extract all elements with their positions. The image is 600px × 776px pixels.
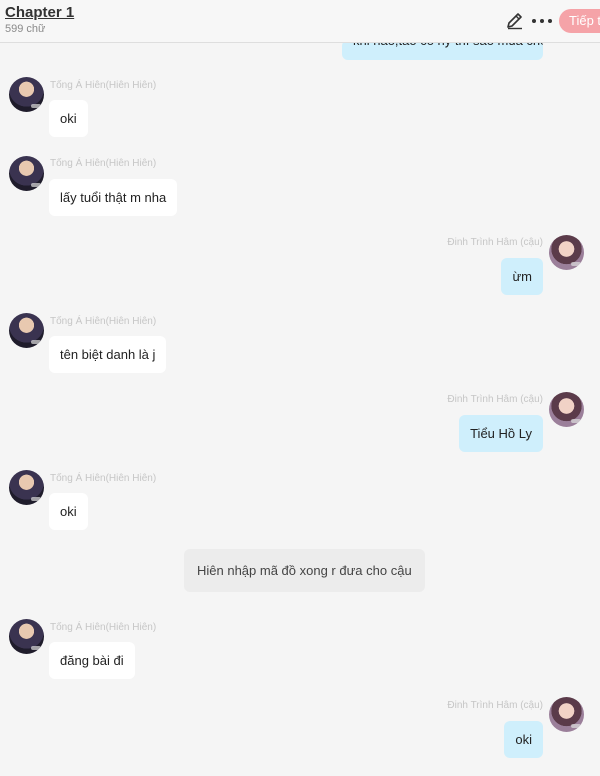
avatar-hien[interactable] [9,619,44,654]
avatar-ham[interactable] [549,235,584,270]
sender-name: Đinh Trình Hâm (cậu) [447,237,543,248]
pencil-icon[interactable] [505,11,525,31]
message-bubble: oki [504,721,543,758]
chapter-header: Chapter 1 599 chữ Tiếp t [0,0,600,43]
message-bubble: Tiểu Hồ Ly [459,415,543,452]
message-bubble: đăng bài đi [49,642,135,679]
sender-name: Tống Á Hiên(Hiên Hiên) [50,158,157,169]
avatar-hien[interactable] [9,156,44,191]
message-bubble: ừm [501,258,543,295]
message-bubble: tên biệt danh là j [49,336,167,373]
sender-name: Đinh Trình Hâm (cậu) [447,700,543,711]
sender-name: Đinh Trình Hâm (cậu) [447,394,543,405]
more-icon[interactable] [530,11,554,31]
sender-name: Tống Á Hiên(Hiên Hiên) [50,316,157,327]
avatar-ham[interactable] [549,697,584,732]
system-message: Hiên nhập mã đồ xong r đưa cho cậu [184,549,425,592]
chapter-title[interactable]: Chapter 1 [5,4,74,21]
avatar-hien[interactable] [9,470,44,505]
sender-name: Tống Á Hiên(Hiên Hiên) [50,80,157,91]
word-count: 599 chữ [5,23,46,35]
avatar-hien[interactable] [9,77,44,112]
message-bubble-partial: khi nào,tao có ny thì sao mua cho [342,40,543,60]
message-bubble: oki [49,493,88,530]
avatar-ham[interactable] [549,392,584,427]
sender-name: Tống Á Hiên(Hiên Hiên) [50,473,157,484]
message-bubble: lấy tuổi thật m nha [49,179,178,216]
next-chapter-button[interactable]: Tiếp t [559,9,600,33]
avatar-hien[interactable] [9,313,44,348]
sender-name: Tống Á Hiên(Hiên Hiên) [50,622,157,633]
message-bubble: oki [49,100,88,137]
